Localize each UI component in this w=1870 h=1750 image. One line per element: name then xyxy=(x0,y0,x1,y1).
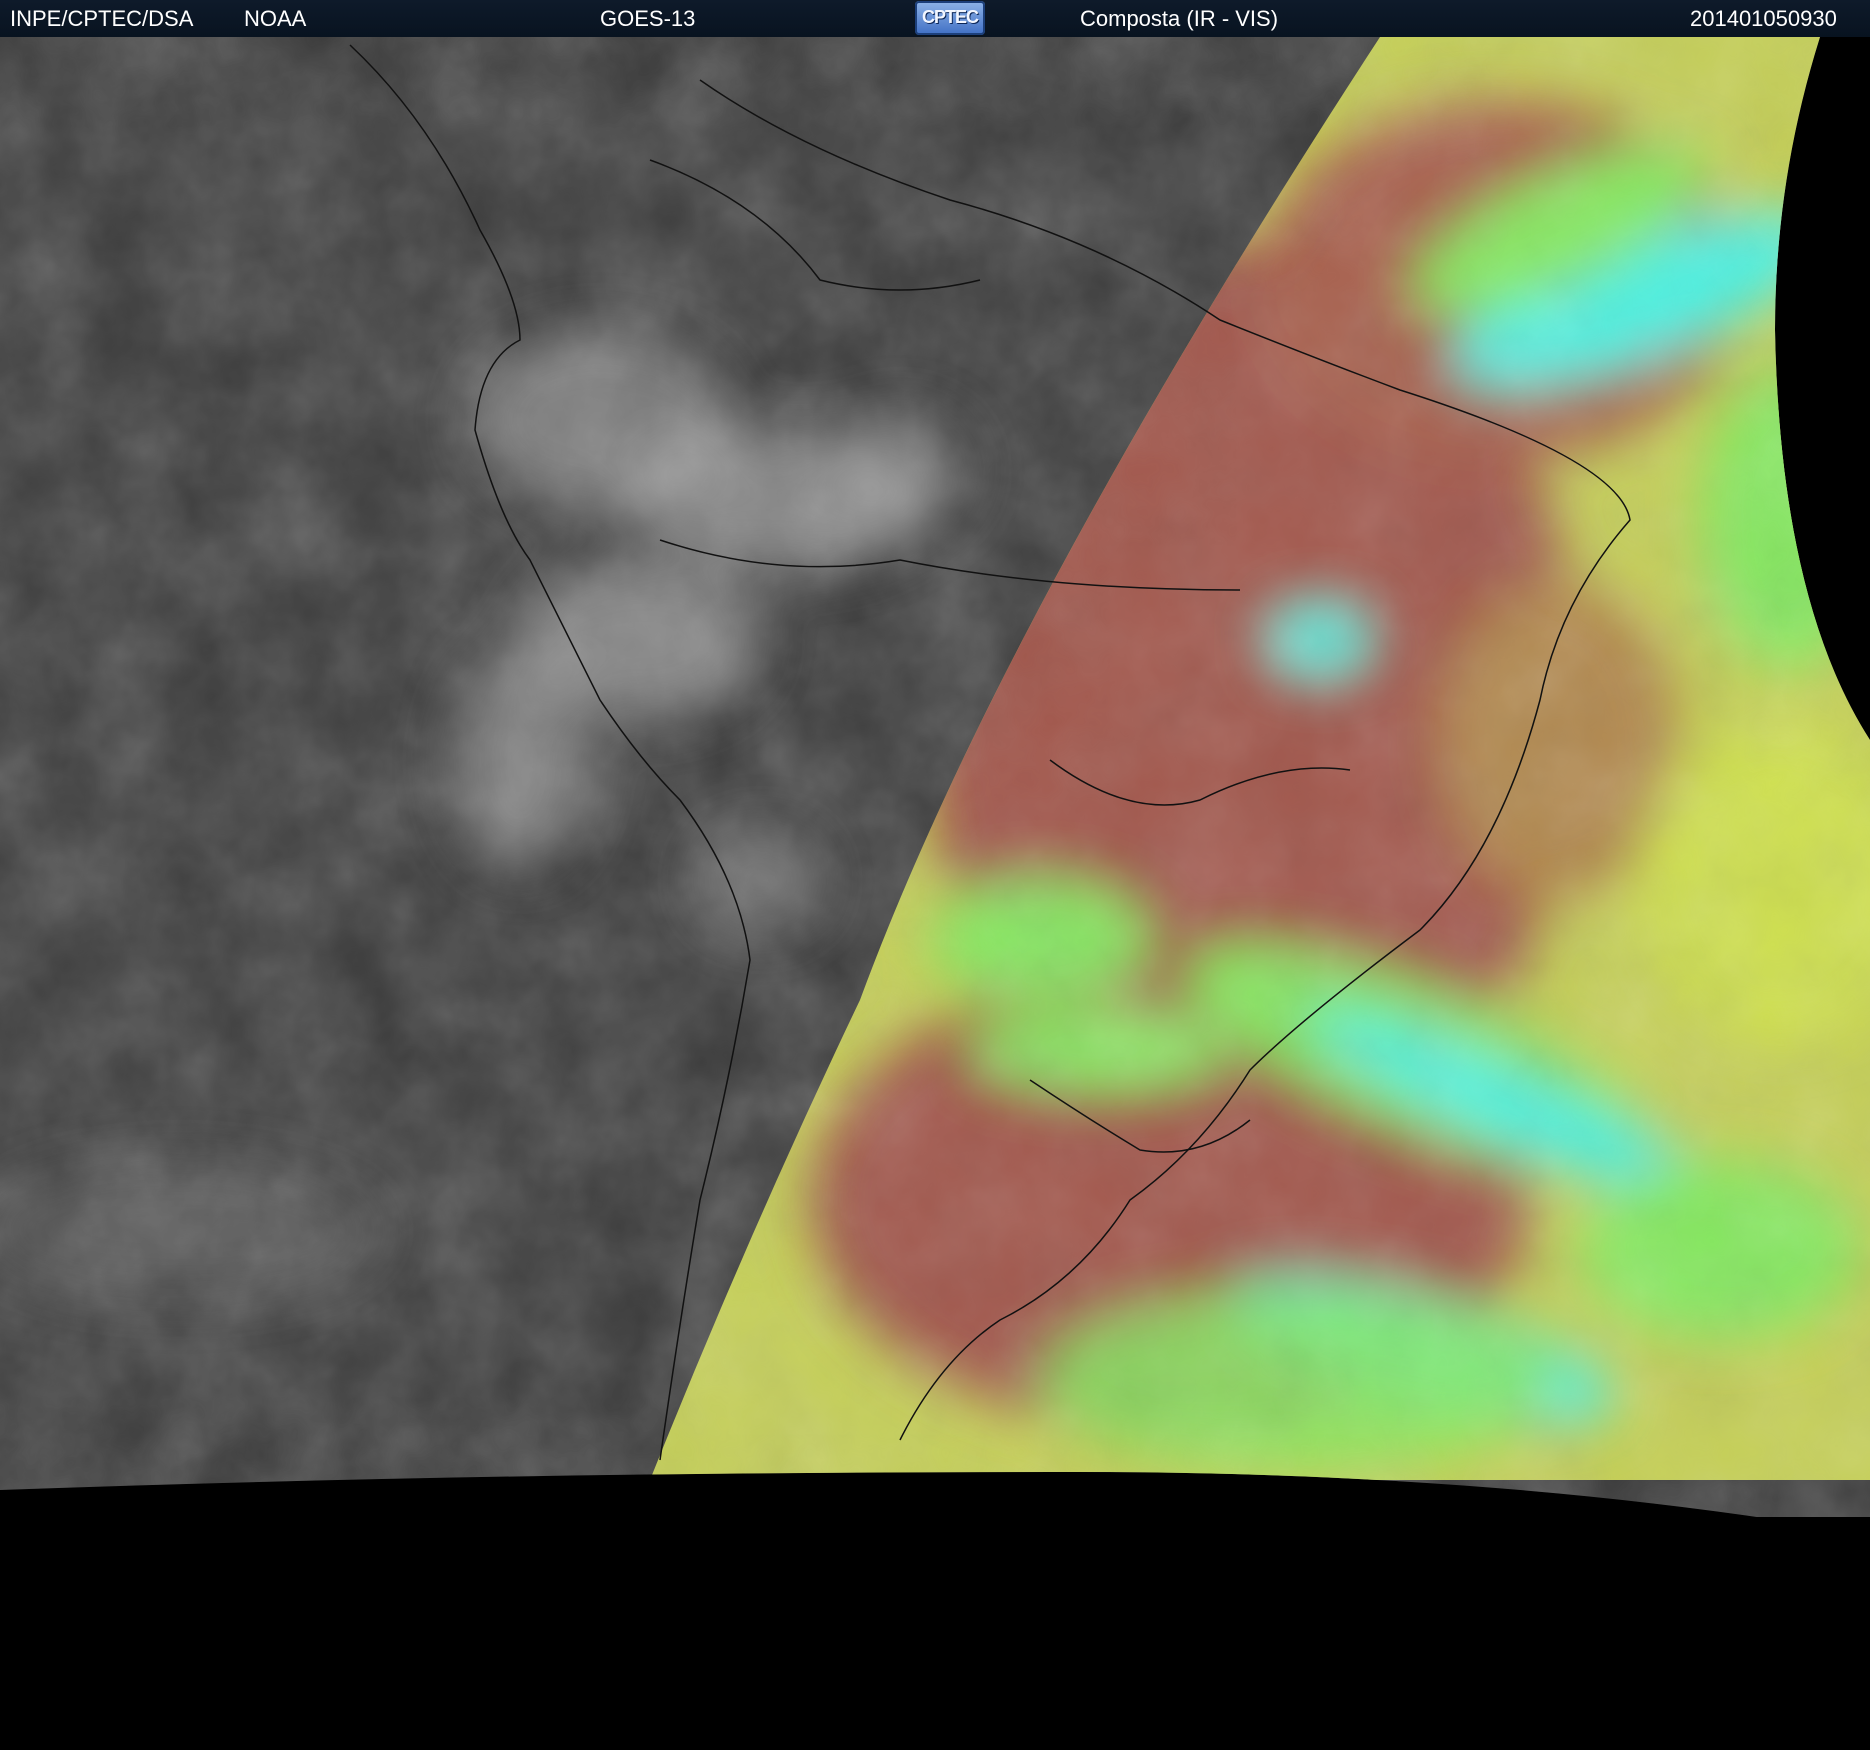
agency-label: NOAA xyxy=(244,6,307,31)
image-header: INPE/CPTEC/DSA NOAA GOES-13 CPTEC Compos… xyxy=(0,0,1870,37)
timestamp-label: 201401050930 xyxy=(1690,6,1837,31)
cptec-logo: CPTEC xyxy=(915,1,985,35)
earth-disk xyxy=(0,37,1870,1517)
institution-label: INPE/CPTEC/DSA xyxy=(10,6,194,31)
satellite-label: GOES-13 xyxy=(600,6,696,31)
satellite-composite-map xyxy=(0,37,1870,1750)
product-label: Composta (IR - VIS) xyxy=(1080,6,1279,31)
